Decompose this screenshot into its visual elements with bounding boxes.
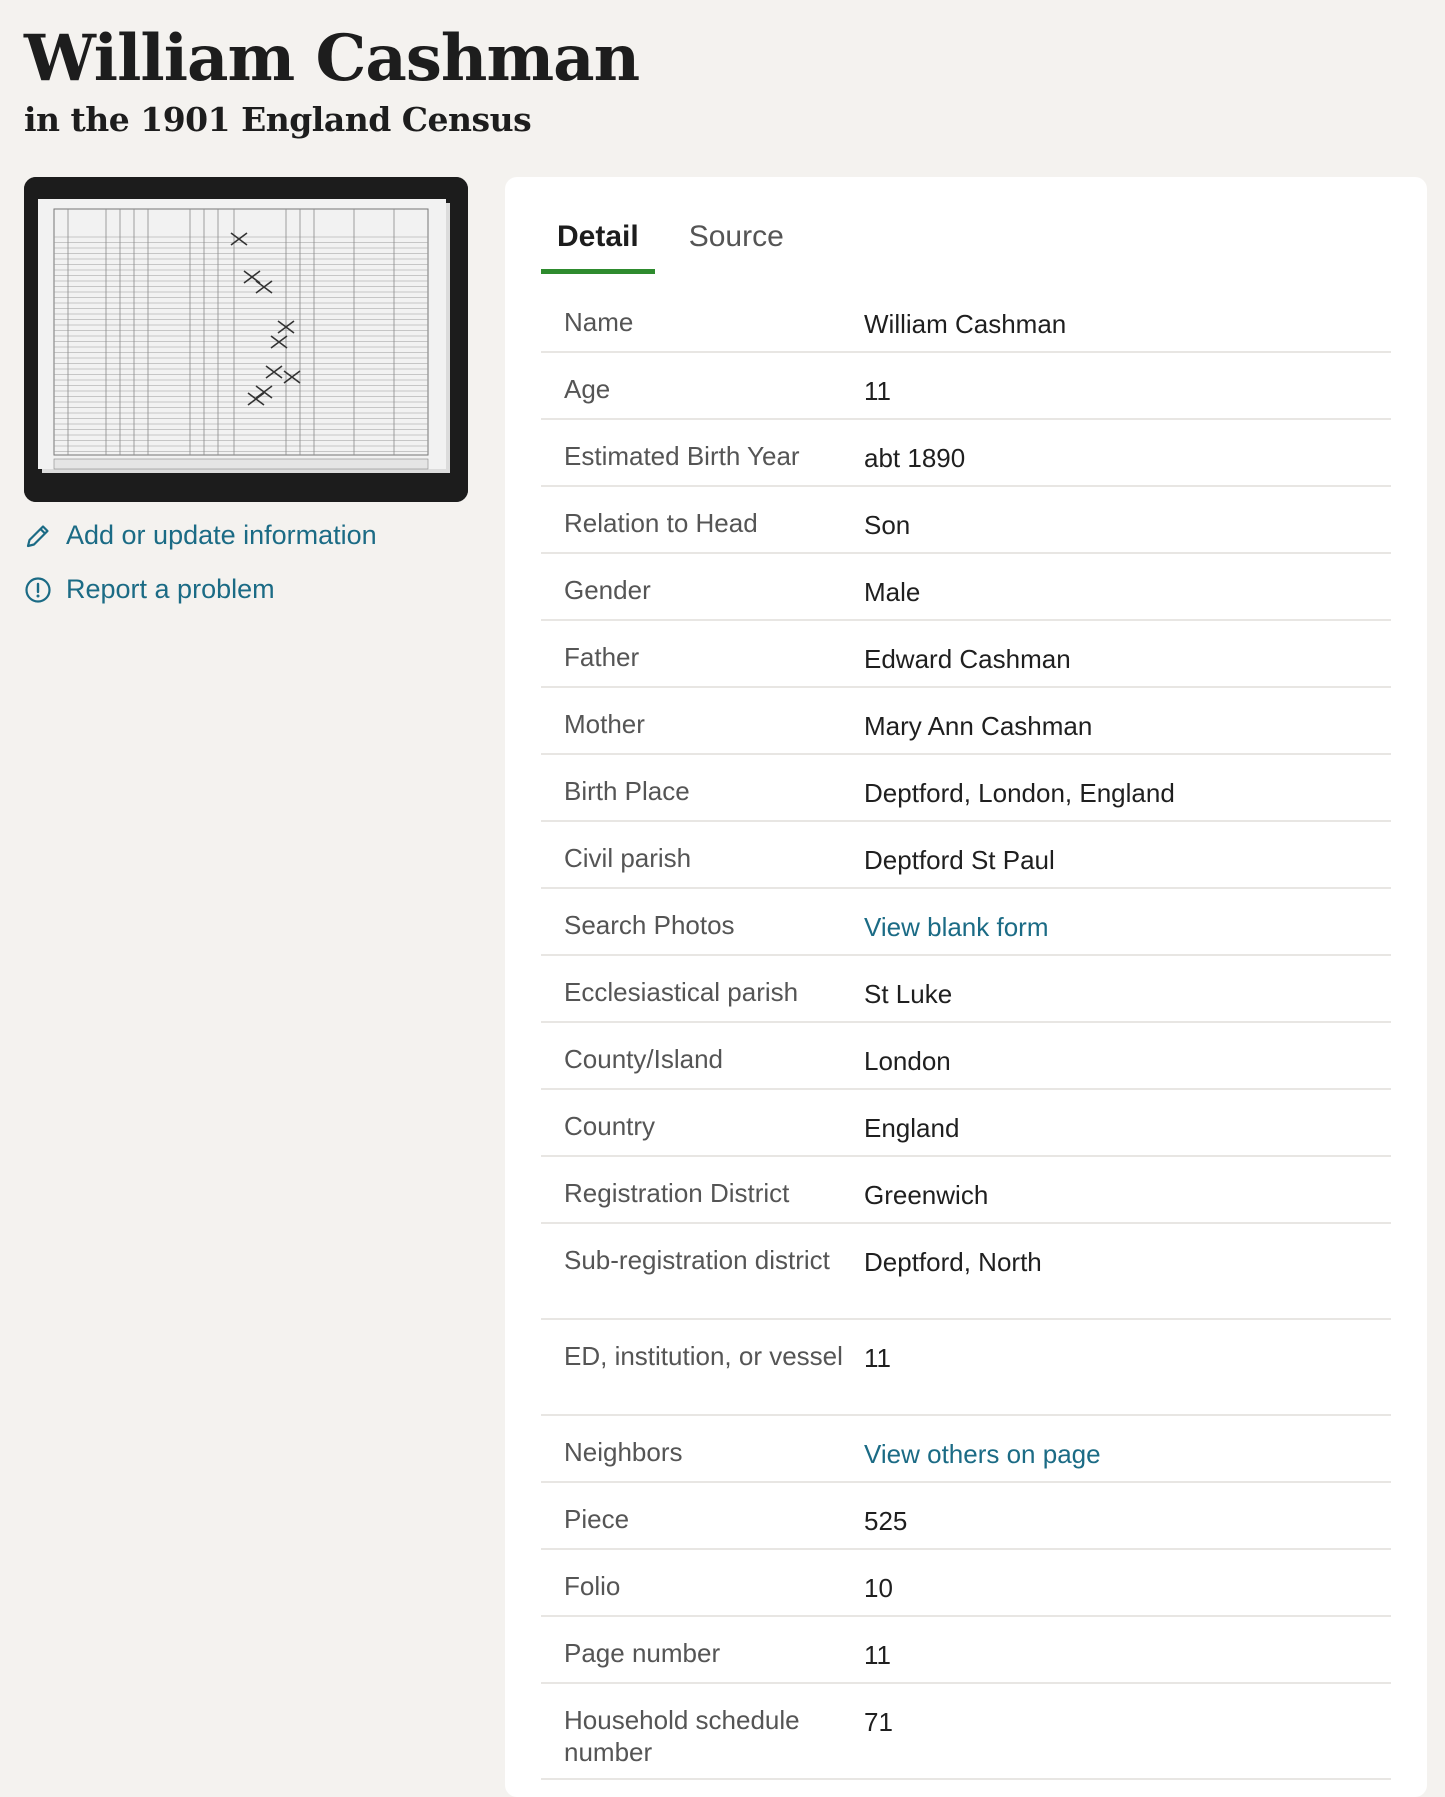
detail-value: Deptford, London, England (864, 778, 1175, 808)
detail-value: Son (864, 510, 911, 540)
report-problem-link[interactable]: Report a problem (24, 574, 275, 605)
detail-value-link[interactable]: View blank form (864, 889, 1391, 954)
detail-row: Neighbors View others on page (541, 1416, 1391, 1483)
detail-value: Greenwich (864, 1180, 989, 1210)
detail-label: Search Photos (564, 910, 735, 940)
report-problem-label: Report a problem (66, 574, 275, 604)
census-page-image (24, 177, 468, 502)
detail-value: Male (864, 577, 921, 607)
detail-row: Registration District Greenwich (541, 1157, 1391, 1224)
census-record-thumbnail[interactable] (24, 177, 468, 502)
detail-label: Mother (564, 709, 645, 739)
page-title: William Cashman (24, 21, 640, 96)
detail-value: England (864, 1113, 960, 1143)
detail-label: Piece (564, 1504, 630, 1534)
detail-value: Deptford St Paul (864, 845, 1055, 875)
detail-label: Registration District (564, 1178, 790, 1208)
detail-value: William Cashman (864, 309, 1067, 339)
detail-label: Civil parish (564, 843, 692, 873)
detail-value-link[interactable]: View others on page (864, 1416, 1391, 1481)
detail-label: Page number (564, 1638, 721, 1668)
detail-value: abt 1890 (864, 443, 966, 473)
detail-value: Mary Ann Cashman (864, 711, 1093, 741)
pencil-icon (24, 522, 52, 550)
detail-row: Birth Place Deptford, London, England (541, 755, 1391, 822)
detail-label: Sub-registration district (564, 1245, 830, 1275)
detail-label: Neighbors (564, 1437, 683, 1467)
detail-row: Father Edward Cashman (541, 621, 1391, 688)
record-tabs: Detail Source (541, 217, 818, 274)
detail-row: Page number 11 (541, 1617, 1391, 1684)
detail-label: Father (564, 642, 640, 672)
detail-value: 11 (864, 1343, 891, 1373)
detail-label: Name (564, 307, 634, 337)
detail-row: Relation to Head Son (541, 487, 1391, 554)
detail-row: Name William Cashman (541, 286, 1391, 353)
detail-row: Household schedule number 71 (541, 1684, 1391, 1780)
detail-row: Ecclesiastical parish St Luke (541, 956, 1391, 1023)
detail-row: Estimated Birth Year abt 1890 (541, 420, 1391, 487)
detail-label: Estimated Birth Year (564, 441, 800, 471)
detail-label: Gender (564, 575, 651, 605)
detail-label: Ecclesiastical parish (564, 977, 799, 1007)
detail-value: London (864, 1046, 951, 1076)
detail-value: 10 (864, 1573, 893, 1603)
detail-row: Folio 10 (541, 1550, 1391, 1617)
page-subtitle: in the 1901 England Census (24, 100, 532, 139)
detail-value: Edward Cashman (864, 644, 1071, 674)
detail-row: Piece 525 (541, 1483, 1391, 1550)
detail-value: Deptford, North (864, 1247, 1042, 1277)
detail-row: Age 11 (541, 353, 1391, 420)
detail-table: Name William Cashman Age 11 Estimated Birth … (541, 286, 1391, 1780)
detail-label: County/Island (564, 1044, 723, 1074)
add-update-label: Add or update information (66, 520, 377, 550)
tab-source[interactable]: Source (673, 217, 800, 274)
detail-row: Gender Male (541, 554, 1391, 621)
tab-detail[interactable]: Detail (541, 217, 655, 274)
detail-value: 11 (864, 376, 891, 406)
detail-value: 71 (864, 1707, 893, 1737)
detail-value: 11 (864, 1640, 891, 1670)
detail-label: Folio (564, 1571, 621, 1601)
detail-row: County/Island London (541, 1023, 1391, 1090)
detail-row: Sub-registration district Deptford, North (541, 1224, 1391, 1320)
detail-row: Search Photos View blank form (541, 889, 1391, 956)
detail-label: Relation to Head (564, 508, 758, 538)
detail-value: 525 (864, 1506, 908, 1536)
detail-row: Mother Mary Ann Cashman (541, 688, 1391, 755)
detail-label: Country (564, 1111, 656, 1141)
record-detail-card: Detail Source Name William Cashman Age 11 Es… (505, 177, 1427, 1797)
detail-row: Civil parish Deptford St Paul (541, 822, 1391, 889)
detail-row: Country England (541, 1090, 1391, 1157)
alert-circle-icon (24, 576, 52, 604)
detail-label: Age (564, 374, 611, 404)
detail-label: Household schedule number (564, 1705, 800, 1767)
detail-label: Birth Place (564, 776, 690, 806)
add-update-link[interactable]: Add or update information (24, 520, 377, 551)
detail-row: ED, institution, or vessel 11 (541, 1320, 1391, 1416)
detail-label: ED, institution, or vessel (564, 1341, 843, 1371)
detail-value: St Luke (864, 979, 953, 1009)
